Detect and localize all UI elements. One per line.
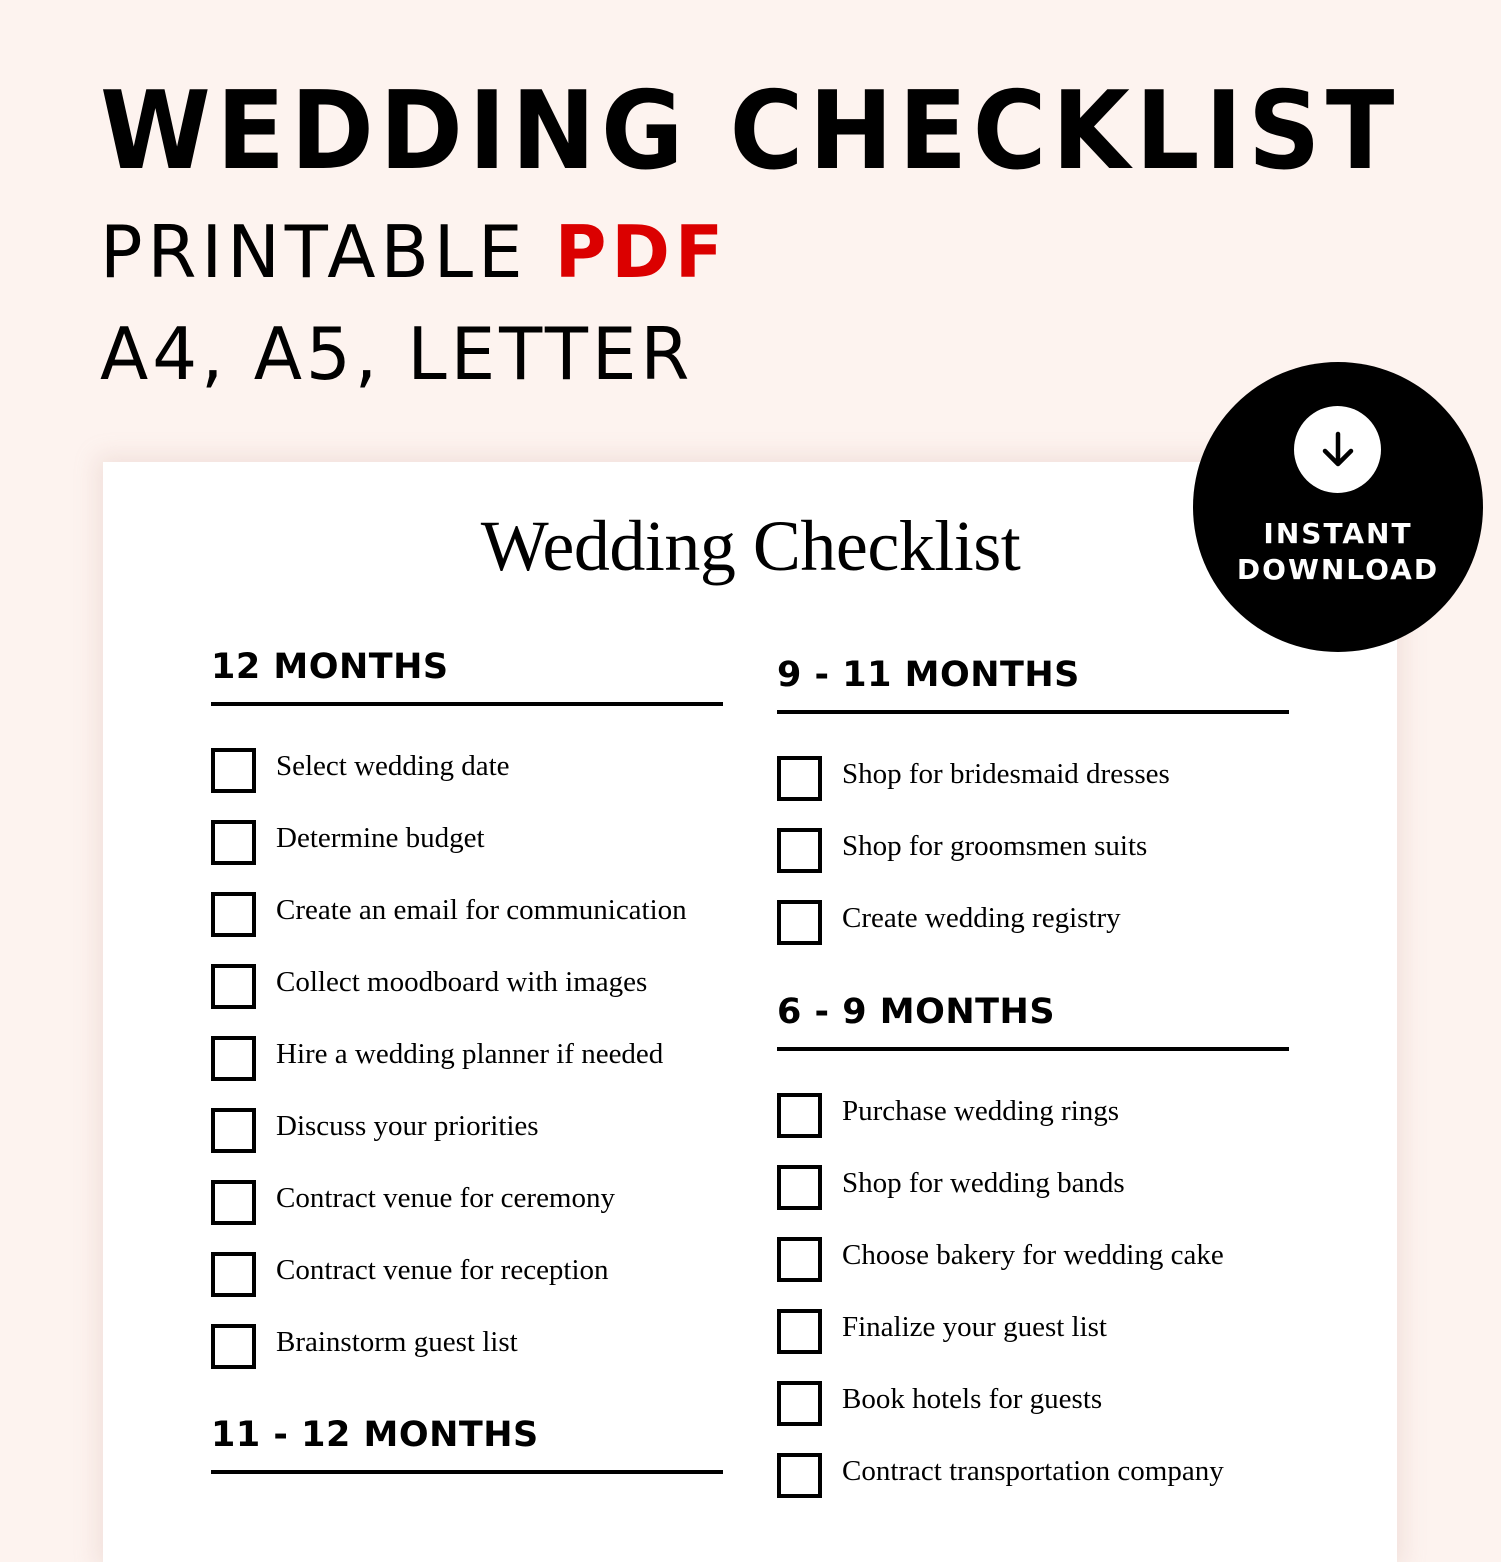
checkbox[interactable] <box>211 1035 256 1081</box>
checklist-item[interactable]: Brainstorm guest list <box>211 1310 723 1382</box>
section-divider <box>211 1470 723 1474</box>
checkbox[interactable] <box>211 1107 256 1153</box>
checklist-item[interactable]: Discuss your priorities <box>211 1094 723 1166</box>
item-label: Purchase wedding rings <box>842 1094 1120 1127</box>
checklist-items: Select wedding date Determine budget Cre… <box>211 734 723 1382</box>
download-arrow-icon <box>1294 406 1381 493</box>
item-label: Choose bakery for wedding cake <box>842 1238 1224 1271</box>
section-heading: 12 MONTHS <box>211 647 449 687</box>
checkbox[interactable] <box>211 1179 256 1225</box>
item-label: Create an email for communication <box>276 893 687 926</box>
item-label: Shop for bridesmaid dresses <box>842 757 1170 790</box>
checklist-item[interactable]: Purchase wedding rings <box>777 1079 1289 1151</box>
section-6-9-months: 6 - 9 MONTHS Purchase wedding rings Shop… <box>777 995 1289 1511</box>
hero-subtitle-accent: PDF <box>554 210 728 294</box>
badge-text: INSTANT DOWNLOAD <box>1193 516 1483 588</box>
section-divider <box>777 1047 1289 1051</box>
checkbox[interactable] <box>211 891 256 937</box>
item-label: Book hotels for guests <box>842 1382 1103 1415</box>
checkbox[interactable] <box>211 747 256 793</box>
item-label: Shop for wedding bands <box>842 1166 1125 1199</box>
badge-line-2: DOWNLOAD <box>1236 553 1440 586</box>
item-label: Hire a wedding planner if needed <box>276 1037 664 1070</box>
checkbox[interactable] <box>211 1251 256 1297</box>
section-heading: 9 - 11 MONTHS <box>777 655 1080 695</box>
checkbox[interactable] <box>777 1236 822 1282</box>
item-label: Determine budget <box>276 821 485 854</box>
item-label: Finalize your guest list <box>842 1310 1107 1343</box>
checklist-item[interactable]: Finalize your guest list <box>777 1295 1289 1367</box>
checklist-items: Purchase wedding rings Shop for wedding … <box>777 1079 1289 1511</box>
checklist-item[interactable]: Determine budget <box>211 806 723 878</box>
checklist-item[interactable]: Shop for bridesmaid dresses <box>777 742 1289 814</box>
section-divider <box>211 702 723 706</box>
section-heading: 11 - 12 MONTHS <box>211 1415 539 1455</box>
badge-line-1: INSTANT <box>1263 517 1413 550</box>
item-label: Brainstorm guest list <box>276 1325 518 1358</box>
checklist-item[interactable]: Create an email for communication <box>211 878 723 950</box>
checklist-item[interactable]: Collect moodboard with images <box>211 950 723 1022</box>
checklist-item[interactable]: Hire a wedding planner if needed <box>211 1022 723 1094</box>
section-divider <box>777 710 1289 714</box>
item-label: Contract venue for ceremony <box>276 1181 615 1214</box>
checkbox[interactable] <box>777 1380 822 1426</box>
checklist-item[interactable]: Contract transportation company <box>777 1439 1289 1511</box>
item-label: Discuss your priorities <box>276 1109 539 1142</box>
checkbox[interactable] <box>777 1308 822 1354</box>
section-12-months: 12 MONTHS Select wedding date Determine … <box>211 650 723 1382</box>
checkbox[interactable] <box>777 827 822 873</box>
checklist-item[interactable]: Create wedding registry <box>777 886 1289 958</box>
checklist-item[interactable]: Choose bakery for wedding cake <box>777 1223 1289 1295</box>
checkbox[interactable] <box>211 1323 256 1369</box>
hero-subtitle-prefix: PRINTABLE <box>100 210 528 294</box>
checkbox[interactable] <box>211 963 256 1009</box>
checkbox[interactable] <box>777 1164 822 1210</box>
item-label: Create wedding registry <box>842 901 1121 934</box>
hero-subtitle: PRINTABLE PDF <box>100 216 728 288</box>
checkbox[interactable] <box>211 819 256 865</box>
item-label: Select wedding date <box>276 749 510 782</box>
checklist-item[interactable]: Shop for groomsmen suits <box>777 814 1289 886</box>
checklist-items: Shop for bridesmaid dresses Shop for gro… <box>777 742 1289 958</box>
checklist-item[interactable]: Contract venue for reception <box>211 1238 723 1310</box>
checkbox[interactable] <box>777 1452 822 1498</box>
section-9-11-months: 9 - 11 MONTHS Shop for bridesmaid dresse… <box>777 658 1289 958</box>
checkbox[interactable] <box>777 1092 822 1138</box>
section-heading: 6 - 9 MONTHS <box>777 992 1056 1032</box>
checklist-item[interactable]: Book hotels for guests <box>777 1367 1289 1439</box>
item-label: Shop for groomsmen suits <box>842 829 1148 862</box>
hero-title: WEDDING CHECKLIST <box>100 69 1400 194</box>
hero-formats: A4, A5, LETTER <box>100 312 694 396</box>
checklist-item[interactable]: Select wedding date <box>211 734 723 806</box>
item-label: Contract venue for reception <box>276 1253 609 1286</box>
download-arrow-glyph <box>1322 431 1353 466</box>
section-11-12-months: 11 - 12 MONTHS <box>211 1418 723 1474</box>
instant-download-badge[interactable]: INSTANT DOWNLOAD <box>1193 362 1483 652</box>
checklist-item[interactable]: Contract venue for ceremony <box>211 1166 723 1238</box>
checkbox[interactable] <box>777 755 822 801</box>
item-label: Collect moodboard with images <box>276 965 648 998</box>
item-label: Contract transportation company <box>842 1454 1224 1487</box>
checklist-item[interactable]: Shop for wedding bands <box>777 1151 1289 1223</box>
checkbox[interactable] <box>777 899 822 945</box>
